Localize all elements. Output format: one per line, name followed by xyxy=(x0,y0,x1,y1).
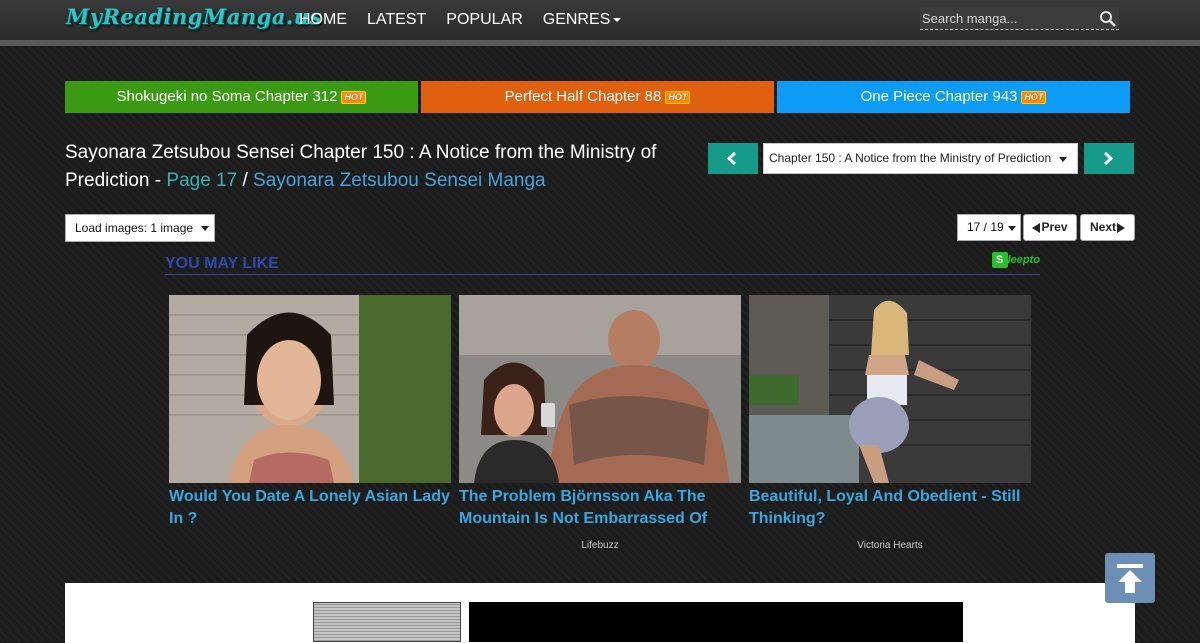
manga-page-area xyxy=(65,583,1135,643)
search-icon[interactable] xyxy=(1099,10,1117,28)
arrow-left-icon xyxy=(1032,222,1041,233)
arrow-right-icon xyxy=(1117,222,1125,233)
next-chapter-button[interactable] xyxy=(1084,143,1134,174)
page-select-value: 17 / 19 xyxy=(967,220,1004,234)
sleepto-mark: S xyxy=(991,252,1008,268)
recommend-card-title[interactable]: The Problem Björnsson Aka The Mountain I… xyxy=(459,486,741,530)
site-logo[interactable]: MyReadingManga.us xyxy=(66,4,322,29)
prev-chapter-button[interactable] xyxy=(708,143,758,174)
hot-link-shokugeki[interactable]: Shokugeki no Soma Chapter 312 HOT xyxy=(65,81,418,113)
recommend-card[interactable]: Would You Date A Lonely Asian Lady In ? xyxy=(169,295,451,530)
photo-placeholder xyxy=(169,295,451,483)
chevron-right-icon xyxy=(1103,151,1114,166)
nav-latest[interactable]: LATEST xyxy=(367,11,426,29)
hot-badge-icon: HOT xyxy=(1021,90,1047,104)
search-box xyxy=(920,7,1119,30)
next-page-label: Next xyxy=(1089,220,1116,234)
page-number-link[interactable]: Page 17 xyxy=(166,170,237,191)
sleepto-brand: leepto xyxy=(1007,254,1040,266)
hot-link-label: Shokugeki no Soma Chapter 312 xyxy=(116,88,338,105)
title-dash: - xyxy=(154,170,162,191)
recommend-card-title[interactable]: Beautiful, Loyal And Obedient - Still Th… xyxy=(749,486,1031,530)
load-images-select[interactable]: Load images: 1 image xyxy=(65,214,215,242)
recommend-card-image[interactable] xyxy=(749,295,1031,483)
manga-page-image[interactable] xyxy=(313,602,461,642)
chevron-down-icon xyxy=(201,226,209,231)
prev-page-button[interactable]: Prev xyxy=(1023,214,1077,241)
arrow-up-icon xyxy=(1117,564,1143,593)
page-title: Sayonara Zetsubou Sensei Chapter 150 : A… xyxy=(65,139,665,195)
chevron-down-icon xyxy=(1008,226,1016,231)
hot-badge-icon: HOT xyxy=(341,90,367,104)
next-page-button[interactable]: Next xyxy=(1080,214,1135,241)
nav-popular[interactable]: POPULAR xyxy=(446,11,522,29)
nav-genres-label: GENRES xyxy=(542,11,611,28)
scroll-to-top-button[interactable] xyxy=(1105,553,1155,603)
chapter-select[interactable]: Chapter 150 : A Notice from the Ministry… xyxy=(763,143,1078,174)
recommend-header: YOU MAY LIKE Sleepto xyxy=(165,252,1040,275)
recommend-card-image[interactable] xyxy=(459,295,741,483)
hot-badge-icon: HOT xyxy=(665,90,691,104)
nav-home[interactable]: HOME xyxy=(299,11,347,29)
title-slash: / xyxy=(242,170,248,191)
main-nav: HOME LATEST POPULAR GENRES xyxy=(299,11,641,29)
manga-link[interactable]: Sayonara Zetsubou Sensei Manga xyxy=(253,170,546,191)
page-select[interactable]: 17 / 19 xyxy=(957,214,1021,241)
hot-link-label: One Piece Chapter 943 xyxy=(860,88,1018,105)
hot-link-label: Perfect Half Chapter 88 xyxy=(504,88,662,105)
prev-page-label: Prev xyxy=(1041,220,1068,234)
chevron-down-icon xyxy=(1059,157,1067,162)
search-input[interactable] xyxy=(920,7,1097,30)
recommend-card[interactable]: The Problem Björnsson Aka The Mountain I… xyxy=(459,295,741,530)
recommend-card[interactable]: Beautiful, Loyal And Obedient - Still Th… xyxy=(749,295,1031,530)
photo-placeholder xyxy=(749,295,1031,483)
hot-link-one-piece[interactable]: One Piece Chapter 943 HOT xyxy=(777,81,1130,113)
recommend-card-image[interactable] xyxy=(169,295,451,483)
hot-links: Shokugeki no Soma Chapter 312 HOT Perfect… xyxy=(65,81,1130,113)
photo-placeholder xyxy=(459,295,741,483)
recommend-card-title[interactable]: Would You Date A Lonely Asian Lady In ? xyxy=(169,486,451,530)
ad-source-label: Lifebuzz xyxy=(581,540,619,551)
ad-source-label: Victoria Hearts xyxy=(857,540,923,551)
load-images-value: Load images: 1 image xyxy=(75,221,194,235)
caret-down-icon xyxy=(613,17,622,22)
chapter-select-value: Chapter 150 : A Notice from the Ministry… xyxy=(769,151,1052,165)
nav-genres[interactable]: GENRES xyxy=(543,11,622,29)
navbar-divider xyxy=(0,40,1200,46)
manga-page-image[interactable] xyxy=(469,602,963,642)
sleepto-logo[interactable]: Sleepto xyxy=(991,252,1040,268)
hot-link-perfect-half[interactable]: Perfect Half Chapter 88 HOT xyxy=(421,81,774,113)
chevron-left-icon xyxy=(726,151,737,166)
recommend-heading: YOU MAY LIKE xyxy=(165,255,279,272)
